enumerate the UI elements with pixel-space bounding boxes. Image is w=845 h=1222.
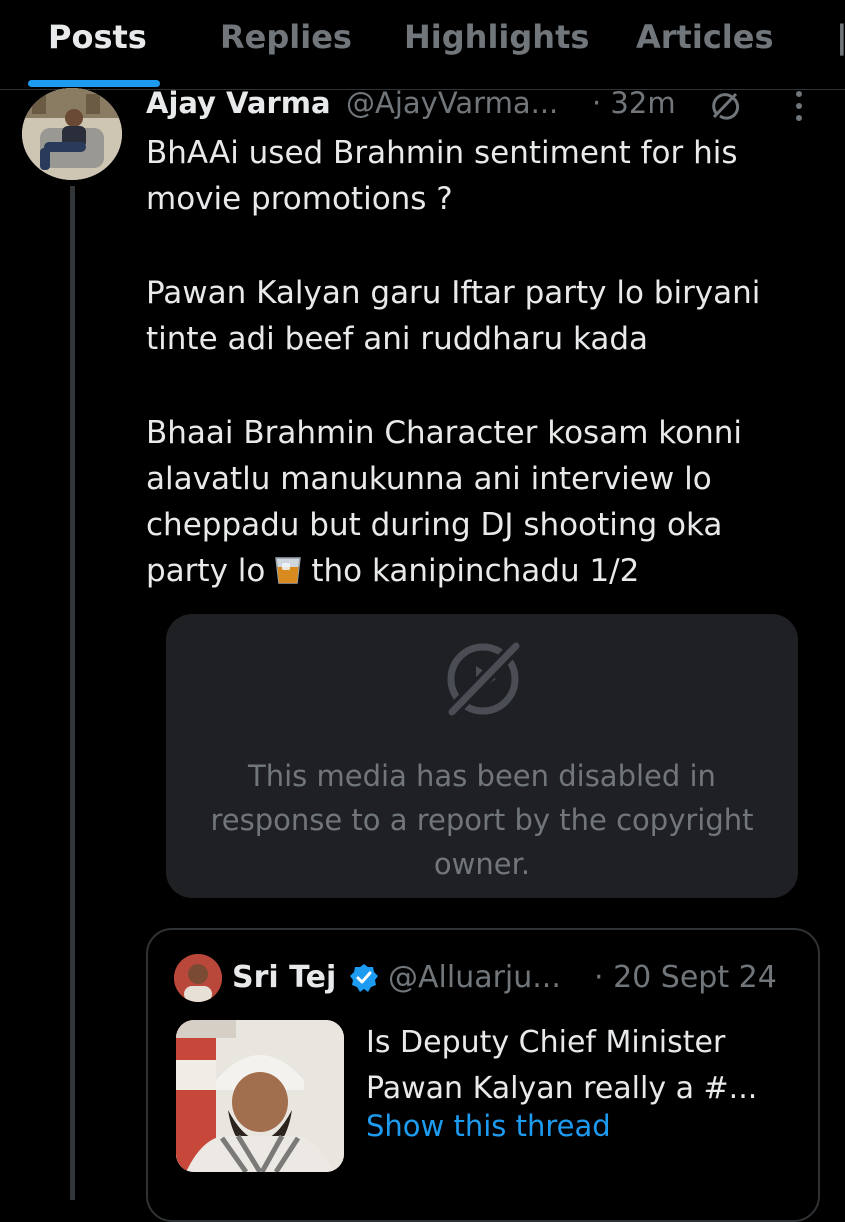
quoted-text-line: Is Deputy Chief Minister	[366, 1025, 726, 1060]
quoted-post-thumbnail[interactable]	[176, 1020, 344, 1172]
tab-highlights[interactable]: Highlights	[404, 16, 589, 58]
quoted-post[interactable]: Sri Tej @Alluarju... · 20 Sept 24 Is Dep…	[146, 928, 820, 1222]
media-message-line: This media has been disabled in	[248, 759, 716, 793]
tab-posts[interactable]: Posts	[48, 16, 147, 58]
author-avatar[interactable]	[22, 88, 122, 180]
post-line: movie promotions ?	[146, 181, 453, 217]
thread-line	[70, 186, 75, 1200]
post-line: BhAAi used Brahmin sentiment for his	[146, 135, 738, 171]
post-line: Bhaai Brahmin Character kosam konni	[146, 415, 742, 451]
more-options-icon[interactable]	[786, 88, 812, 124]
author-handle[interactable]: @AjayVarma...	[346, 84, 558, 122]
profile-tabs: Posts Replies Highlights Articles |	[0, 0, 845, 90]
quoted-post-text: Is Deputy Chief Minister Pawan Kalyan re…	[366, 1020, 796, 1112]
tab-articles[interactable]: Articles	[636, 16, 774, 58]
post-text: BhAAi used Brahmin sentiment for his mov…	[146, 130, 826, 589]
post-line: Pawan Kalyan garu Iftar party lo biryani	[146, 275, 761, 311]
quoted-author-avatar[interactable]	[174, 954, 222, 1002]
media-message-line: response to a report by the copyright	[210, 803, 754, 837]
post-line-segment: party lo	[146, 553, 266, 589]
media-message-line: owner.	[433, 847, 531, 881]
media-disabled-icon	[438, 634, 528, 724]
disabled-media-card[interactable]: This media has been disabled in response…	[166, 614, 798, 898]
post-line: cheppadu but during DJ shooting oka	[146, 507, 723, 543]
post-line-segment: tho kanipinchadu 1/2	[311, 553, 640, 589]
tumbler-glass-icon	[271, 552, 305, 586]
post-line: tinte adi beef ani ruddharu kada	[146, 321, 649, 357]
avatar-photo	[22, 88, 122, 180]
grok-icon[interactable]	[708, 90, 742, 120]
post-timestamp[interactable]: · 32m	[592, 84, 676, 122]
tab-replies[interactable]: Replies	[220, 16, 352, 58]
quoted-post-timestamp[interactable]: · 20 Sept 24	[594, 958, 777, 998]
tab-overflow-partial[interactable]: |	[836, 16, 845, 58]
post-line: alavatlu manukunna ani interview lo	[146, 461, 712, 497]
quoted-author-name[interactable]: Sri Tej	[232, 958, 336, 998]
quoted-author-handle[interactable]: @Alluarju...	[388, 958, 561, 998]
verified-badge-icon	[348, 962, 380, 994]
post-line-with-emoji: party lo tho kanipinchadu 1/2	[146, 548, 742, 594]
media-disabled-message: This media has been disabled in response…	[186, 754, 778, 886]
active-tab-indicator	[28, 80, 160, 87]
show-this-thread-link[interactable]: Show this thread	[366, 1106, 611, 1146]
author-name[interactable]: Ajay Varma	[146, 84, 331, 122]
